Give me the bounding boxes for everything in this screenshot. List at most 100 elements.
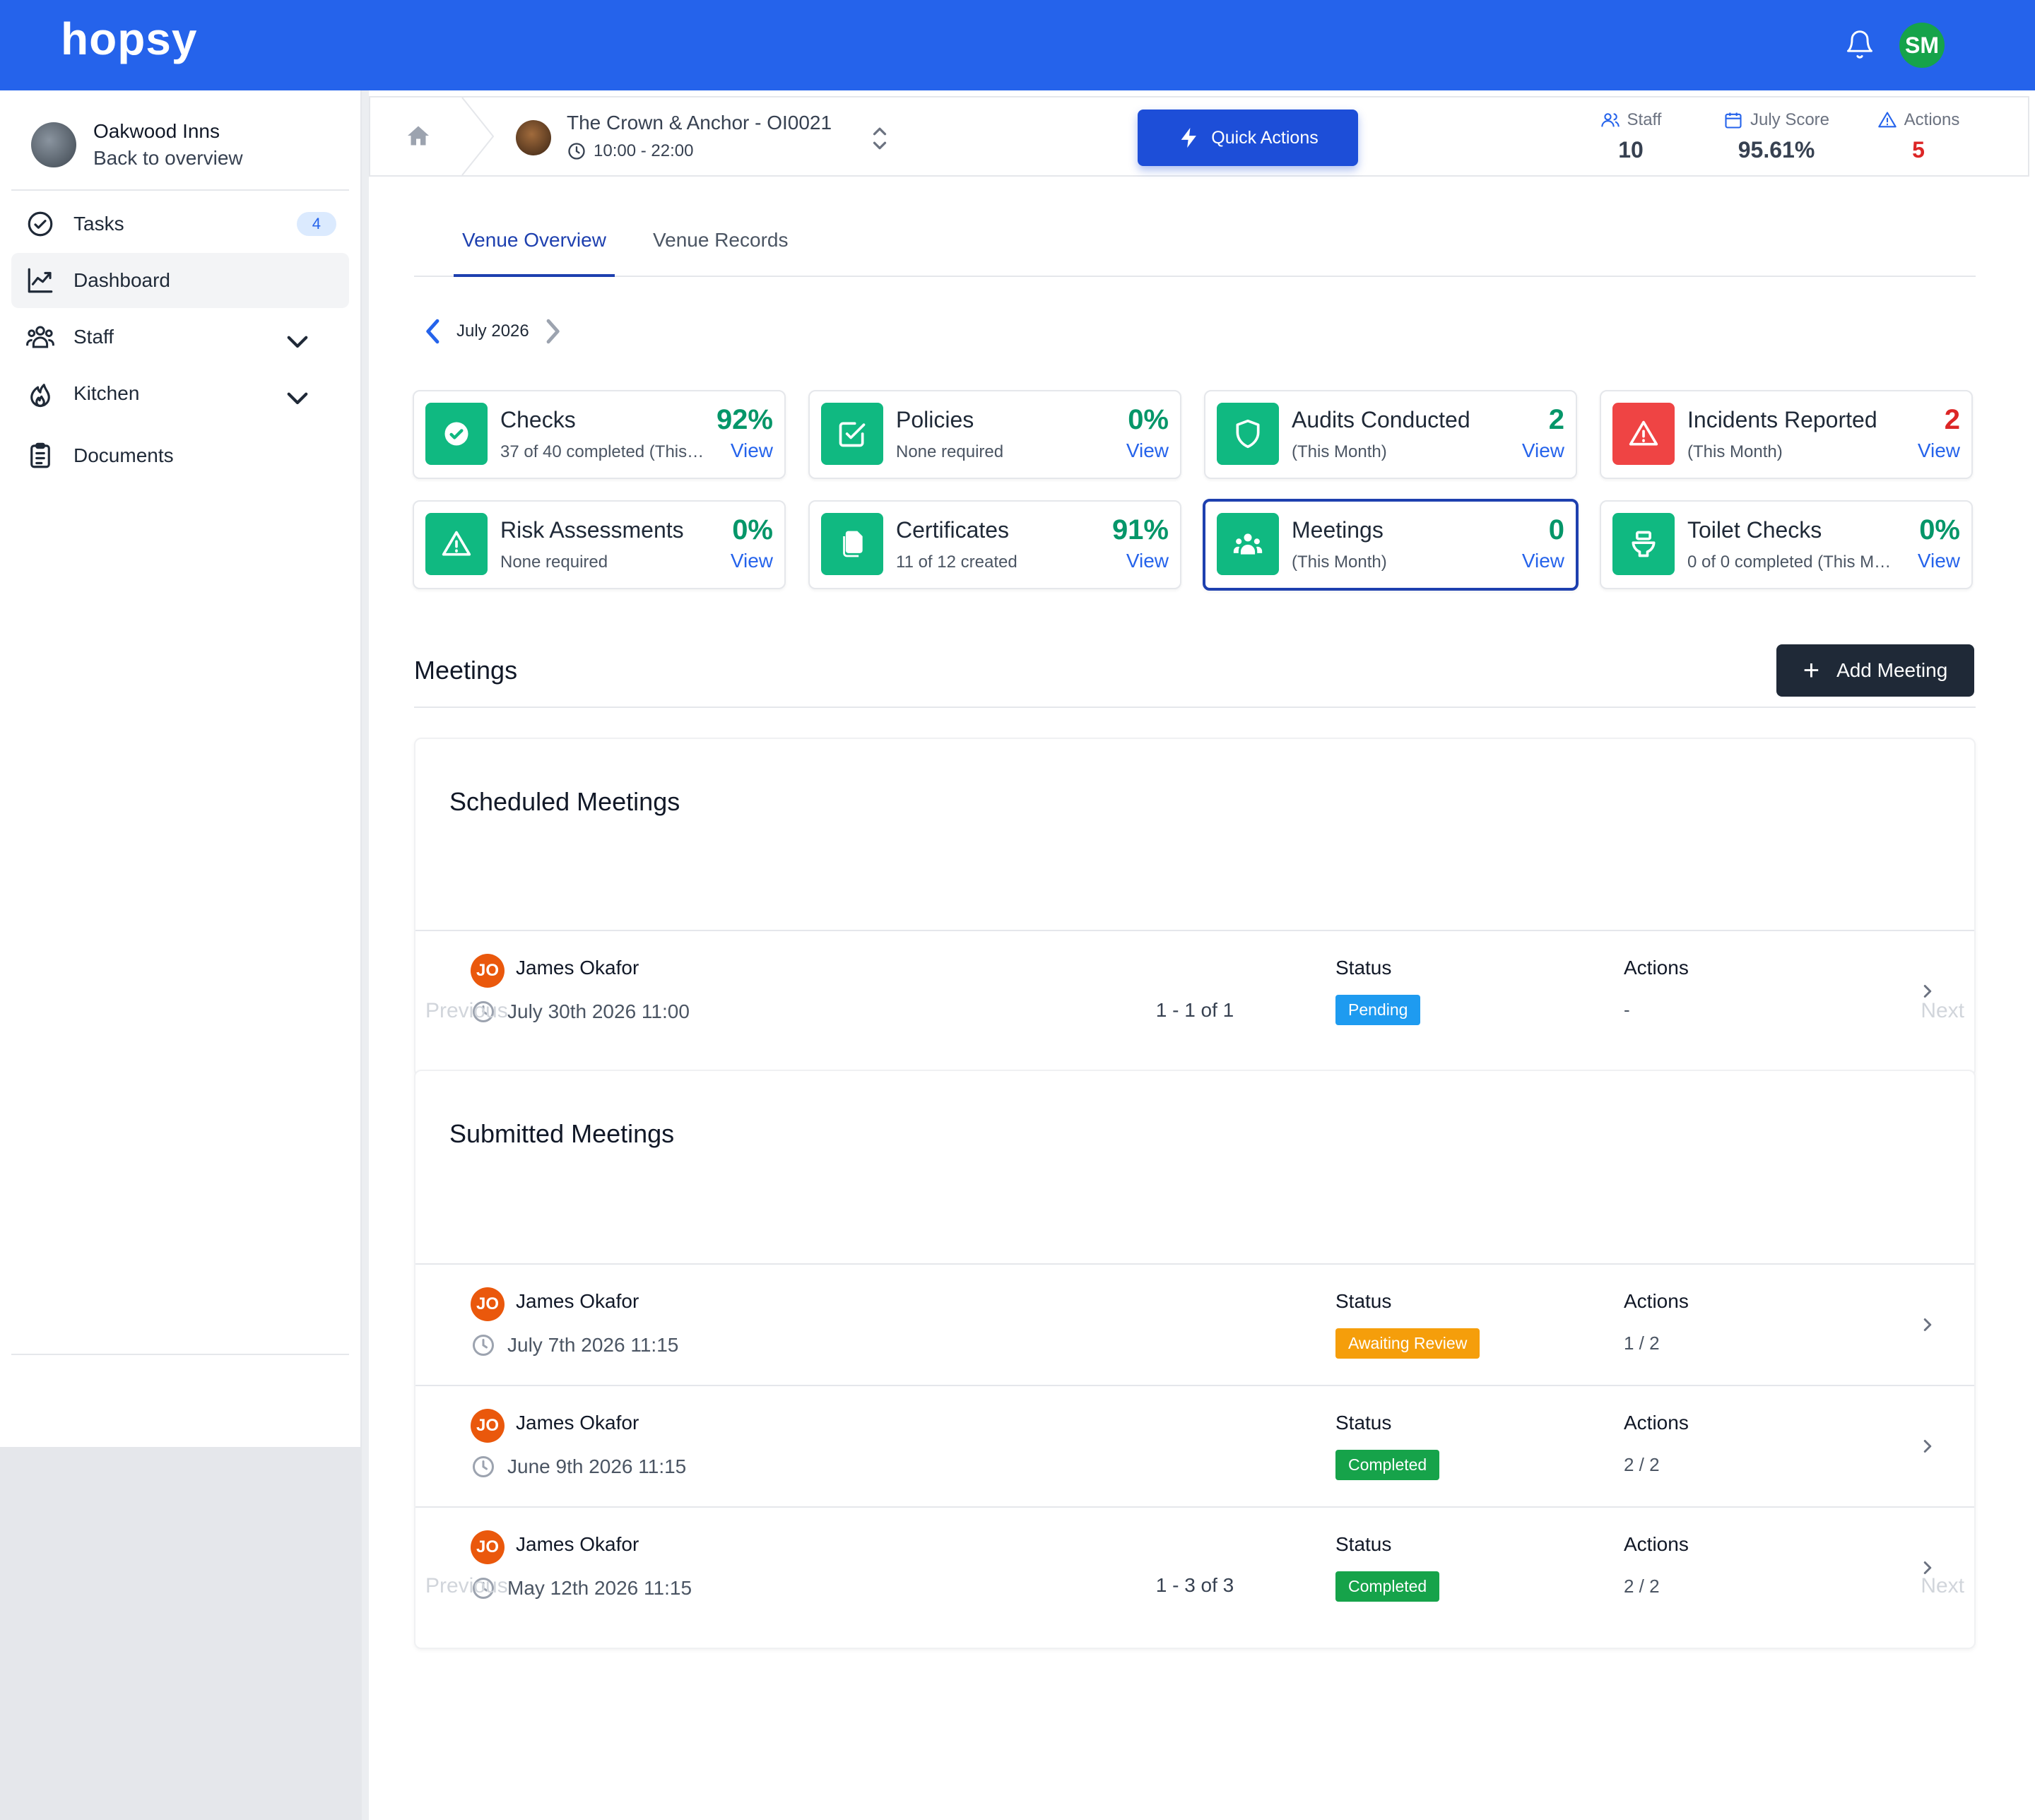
back-to-overview-link[interactable]: Back to overview (93, 147, 243, 170)
group-icon (1233, 533, 1263, 555)
card-title: Toilet Checks (1687, 517, 1822, 543)
bell-icon[interactable] (1844, 28, 1875, 61)
meeting-row[interactable]: JO James Okafor June 9th 2026 11:15 Stat… (415, 1385, 1974, 1505)
stat-label: Actions (1904, 110, 1960, 129)
card-icon-box (425, 513, 488, 575)
tab-venue-overview[interactable]: Venue Overview (454, 212, 615, 277)
card-audits-conducted[interactable]: Audits Conducted (This Month) 2 View (1204, 390, 1577, 479)
clock-icon (473, 1456, 494, 1477)
card-risk-assessments[interactable]: Risk Assessments None required 0% View (413, 500, 786, 589)
quick-actions-label: Quick Actions (1211, 127, 1319, 148)
card-view-link[interactable]: View (1126, 439, 1169, 462)
card-subtitle: (This Month) (1292, 552, 1387, 572)
user-initials-avatar: JO (471, 1530, 505, 1564)
actions-label: Actions (1624, 1533, 1689, 1555)
venue-name[interactable]: The Crown & Anchor - OI0021 (567, 112, 832, 134)
next-button[interactable]: Next (1921, 999, 1964, 1023)
app-logo[interactable]: hopsy (61, 13, 197, 65)
card-toilet-checks[interactable]: Toilet Checks 0 of 0 completed (This Mon… (1600, 500, 1973, 589)
chevron-down-icon[interactable] (283, 326, 312, 356)
status-badge: Completed (1335, 1450, 1440, 1480)
next-button[interactable]: Next (1921, 1574, 1964, 1598)
chevron-right-icon[interactable] (1919, 1314, 1936, 1335)
card-incidents-reported[interactable]: Incidents Reported (This Month) 2 View (1600, 390, 1973, 479)
tab-venue-records[interactable]: Venue Records (647, 212, 794, 277)
meeting-person: James Okafor (516, 1290, 639, 1312)
quick-actions-button[interactable]: Quick Actions (1138, 110, 1358, 166)
meeting-datetime: June 9th 2026 11:15 (471, 1454, 686, 1479)
card-title: Incidents Reported (1687, 407, 1877, 432)
sidebar-item-label: Documents (73, 444, 174, 466)
documents-icon (843, 531, 863, 557)
card-view-link[interactable]: View (1522, 439, 1564, 462)
month-label: July 2026 (456, 321, 529, 341)
stat-staff[interactable]: Staff 10 (1581, 110, 1680, 163)
card-view-link[interactable]: View (731, 550, 773, 572)
flame-icon (30, 384, 50, 408)
card-title: Audits Conducted (1292, 407, 1470, 432)
chevron-right-icon[interactable] (1919, 1436, 1936, 1457)
card-policies[interactable]: Policies None required 0% View (808, 390, 1181, 479)
add-meeting-label: Add Meeting (1836, 659, 1948, 681)
actions-label: Actions (1624, 957, 1689, 979)
venue-switcher-icon[interactable] (869, 124, 890, 153)
card-icon-box (1217, 513, 1279, 575)
section-divider (414, 707, 1976, 708)
check-circle-icon (28, 211, 53, 237)
card-icon-box (821, 403, 883, 465)
breadcrumb-separator (461, 98, 495, 175)
card-view-link[interactable]: View (1126, 550, 1169, 572)
actions-value: 2 / 2 (1624, 1454, 1660, 1475)
card-view-link[interactable]: View (1522, 550, 1564, 572)
card-meetings[interactable]: Meetings (This Month) 0 View (1203, 499, 1579, 591)
card-checks[interactable]: Checks 37 of 40 completed (This Month) 9… (413, 390, 786, 479)
top-bar: hopsy SM (0, 0, 2035, 90)
warning-icon (1629, 420, 1658, 446)
chart-line-icon (28, 268, 53, 293)
sidebar-item-documents[interactable]: Documents (11, 428, 349, 483)
chevron-down-icon[interactable] (283, 383, 312, 413)
chevron-left-icon[interactable] (420, 315, 448, 348)
sidebar-item-label: Tasks (73, 213, 124, 235)
meeting-datetime: July 7th 2026 11:15 (471, 1332, 678, 1358)
card-value: 0% (732, 514, 773, 545)
scheduled-pagination: Previous 1 - 1 of 1 Next (414, 999, 1976, 1034)
card-icon-box (1612, 403, 1675, 465)
card-value: 91% (1111, 514, 1169, 545)
meeting-datetime-text: July 7th 2026 11:15 (507, 1334, 679, 1356)
actions-value: 1 / 2 (1624, 1332, 1660, 1354)
stat-actions[interactable]: Actions 5 (1858, 110, 1978, 163)
card-value: 0% (1919, 514, 1960, 545)
card-certificates[interactable]: Certificates 11 of 12 created 91% View (808, 500, 1181, 589)
sidebar-footer-area (0, 1447, 362, 1820)
meeting-row[interactable]: JO James Okafor July 7th 2026 11:15 Stat… (415, 1263, 1974, 1383)
panel-title: Submitted Meetings (449, 1119, 675, 1148)
sidebar-item-dashboard[interactable]: Dashboard (11, 253, 349, 308)
card-value: 2 (1548, 404, 1564, 435)
card-view-link[interactable]: View (731, 439, 773, 462)
user-avatar[interactable]: SM (1899, 23, 1945, 68)
stat-label: July Score (1750, 110, 1830, 129)
stat-july-score[interactable]: July Score 95.61% (1699, 110, 1854, 163)
venue-hours-text: 10:00 - 22:00 (594, 141, 694, 160)
sidebar-divider (11, 1354, 349, 1355)
card-title: Certificates (896, 517, 1010, 543)
card-subtitle: 11 of 12 created (896, 552, 1018, 572)
meeting-person: James Okafor (516, 1533, 639, 1555)
card-icon-box (425, 403, 488, 465)
card-view-link[interactable]: View (1918, 439, 1960, 462)
home-breadcrumb[interactable] (370, 98, 469, 175)
submitted-pagination: Previous 1 - 3 of 3 Next (414, 1574, 1976, 1609)
chevron-right-icon[interactable] (538, 315, 566, 348)
card-view-link[interactable]: View (1918, 550, 1960, 572)
users-icon (26, 326, 54, 348)
warning-icon (1877, 112, 1897, 128)
toilet-icon (1632, 531, 1656, 557)
sidebar-item-kitchen[interactable]: Kitchen (11, 366, 349, 421)
org-switcher[interactable]: Oakwood Inns Back to overview (31, 120, 243, 170)
sidebar-item-tasks[interactable]: Tasks 4 (11, 196, 349, 252)
add-meeting-button[interactable]: + Add Meeting (1776, 644, 1974, 697)
sidebar-item-staff[interactable]: Staff (11, 309, 349, 365)
user-initials-avatar: JO (471, 1409, 505, 1443)
calendar-icon (1725, 112, 1742, 129)
